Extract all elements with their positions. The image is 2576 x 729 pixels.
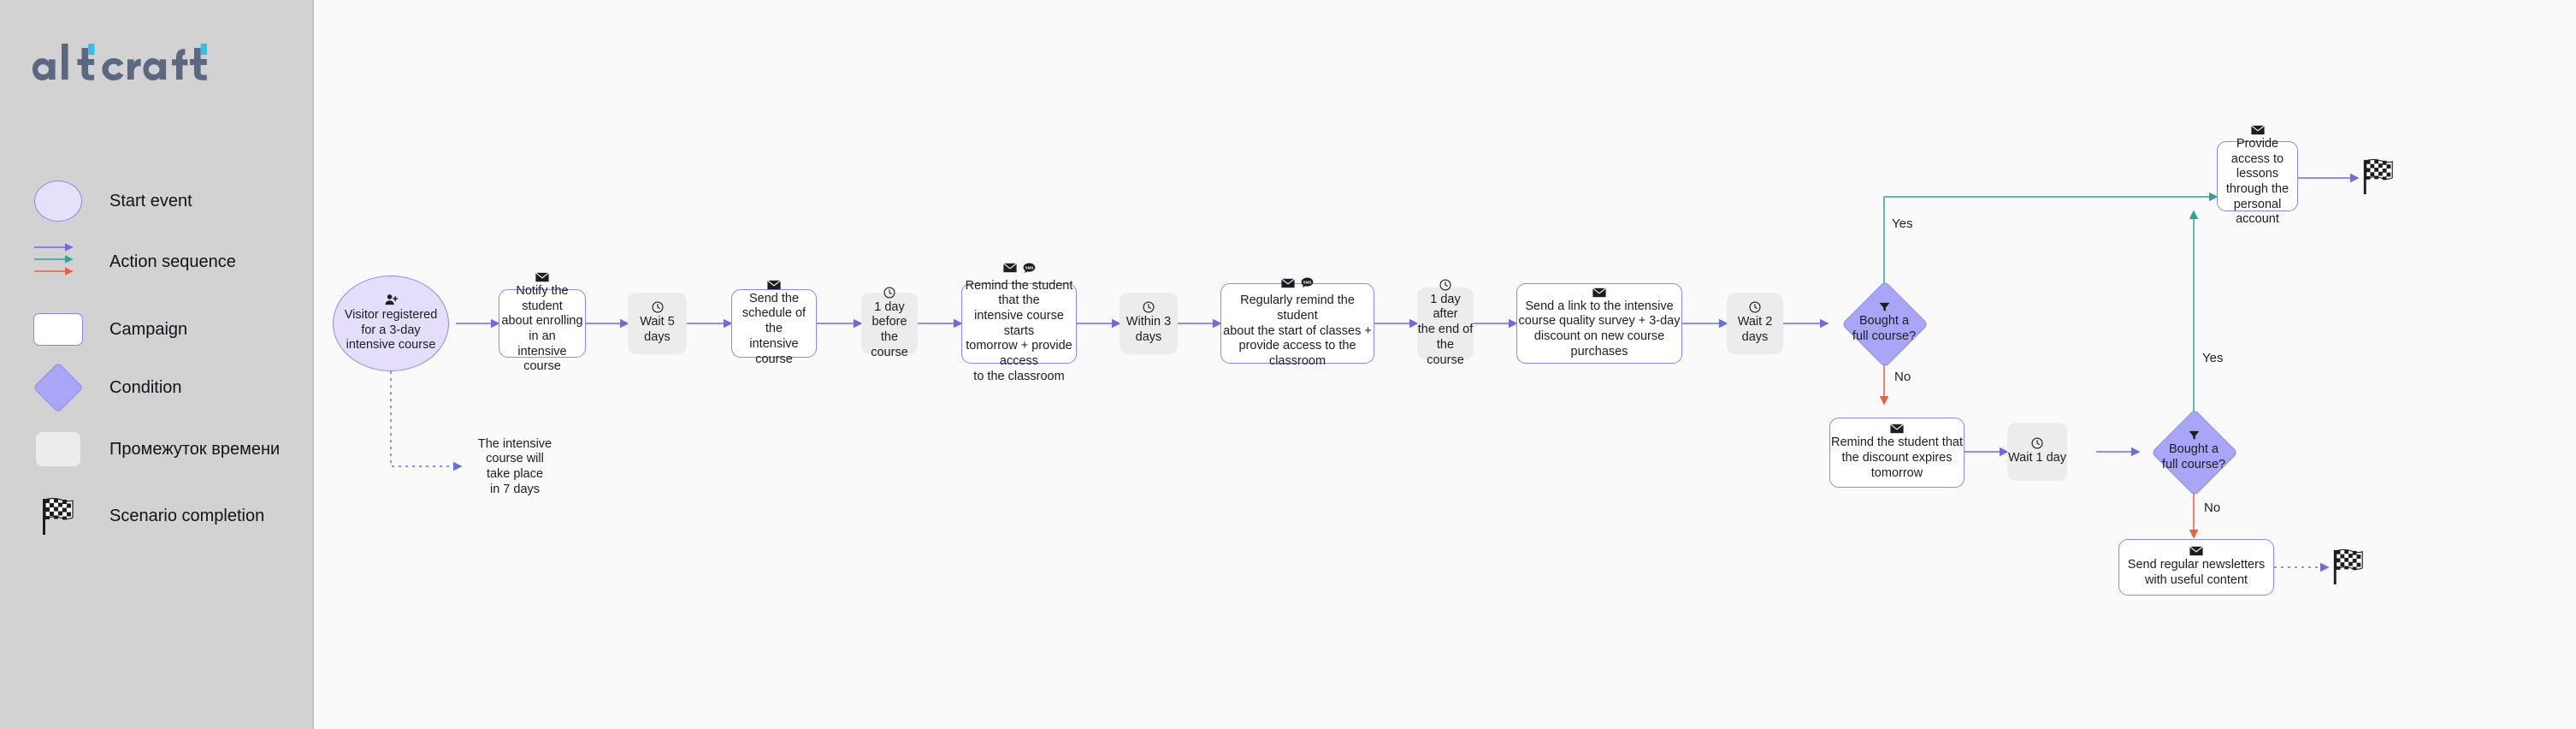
email-icon bbox=[1002, 263, 1017, 276]
node-campaign-notify-enrollment[interactable]: Notify the student about enrolling in an… bbox=[499, 272, 586, 373]
node-campaign-send-schedule[interactable]: Send the schedule of the intensive cours… bbox=[731, 280, 817, 366]
svg-text:SMS: SMS bbox=[1025, 265, 1033, 270]
node-wait-5-days[interactable]: Wait 5 days bbox=[628, 293, 687, 354]
altcraft-logo bbox=[32, 33, 272, 89]
funnel-icon bbox=[1879, 302, 1890, 312]
email-icon bbox=[1592, 287, 1606, 298]
legend-label-condition: Condition bbox=[109, 378, 182, 397]
node-condition-bought-full-course-2[interactable]: Bought a full course? bbox=[2151, 409, 2238, 496]
condition-icon bbox=[32, 362, 84, 413]
sms-icon: SMS bbox=[1301, 277, 1314, 292]
node-label: 1 day before the course bbox=[871, 299, 908, 359]
node-campaign-regularly-remind-start-of-classes[interactable]: SMS Regularly remind the student about t… bbox=[1220, 277, 1374, 368]
funnel-icon bbox=[2189, 430, 2200, 441]
sms-icon: SMS bbox=[1023, 263, 1036, 277]
legend-item-campaign: Campaign bbox=[32, 304, 289, 355]
clock-icon bbox=[1439, 279, 1451, 291]
svg-text:SMS: SMS bbox=[1303, 281, 1311, 285]
node-scenario-completion-1 bbox=[2358, 152, 2399, 200]
campaign-icon bbox=[32, 304, 84, 355]
node-condition-bought-full-course-1[interactable]: Bought a full course? bbox=[1841, 281, 1929, 368]
legend-sidebar: Start event Action sequence Campaign Con… bbox=[0, 0, 314, 729]
legend-label-time-interval: Промежуток времени bbox=[109, 440, 281, 459]
edge-label-cond1-yes: Yes bbox=[1892, 216, 1913, 231]
node-start-event[interactable]: Visitor registered for a 3-day intensive… bbox=[333, 276, 449, 371]
legend-item-time-interval: Промежуток времени bbox=[32, 424, 289, 475]
node-label: Send the schedule of the intensive cours… bbox=[741, 291, 806, 366]
edge-label-cond2-yes: Yes bbox=[2202, 351, 2224, 365]
legend-item-start-event: Start event bbox=[32, 175, 289, 227]
legend-label-action-sequence: Action sequence bbox=[109, 252, 236, 271]
node-wait-within-3-days[interactable]: Within 3 days bbox=[1120, 293, 1178, 354]
node-label: Wait 5 days bbox=[640, 315, 675, 344]
checkered-flag-icon bbox=[2333, 548, 2363, 584]
node-label: Send a link to the intensive course qual… bbox=[1518, 299, 1681, 359]
clock-icon bbox=[1143, 301, 1155, 313]
flow-canvas[interactable]: Visitor registered for a 3-day intensive… bbox=[314, 0, 2576, 729]
node-label: Bought a full course? bbox=[1852, 314, 1917, 343]
clock-icon bbox=[2031, 437, 2043, 449]
checkered-flag-icon bbox=[2363, 158, 2393, 194]
node-label: Provide access to lessons through the pe… bbox=[2225, 136, 2289, 227]
legend-item-condition: Condition bbox=[32, 362, 289, 413]
email-icon bbox=[2189, 546, 2203, 556]
email-icon bbox=[1281, 278, 1295, 292]
email-icon bbox=[767, 280, 781, 290]
time-interval-icon bbox=[32, 424, 84, 475]
email-icon bbox=[2250, 125, 2265, 135]
edge-label-cond2-no: No bbox=[2204, 501, 2221, 515]
node-label: Wait 2 days bbox=[1737, 315, 1773, 344]
node-label: Remind the student that the discount exp… bbox=[1831, 436, 1963, 480]
email-icon bbox=[535, 272, 549, 282]
action-sequence-icon bbox=[32, 236, 84, 287]
node-wait-2-days[interactable]: Wait 2 days bbox=[1727, 293, 1783, 354]
node-wait-1-day-before-course[interactable]: 1 day before the course bbox=[861, 287, 918, 359]
checkered-flag-icon bbox=[32, 490, 84, 542]
email-icon bbox=[1890, 424, 1904, 434]
node-campaign-quality-survey-discount[interactable]: Send a link to the intensive course qual… bbox=[1516, 283, 1682, 364]
node-label: Visitor registered for a 3-day intensive… bbox=[344, 307, 438, 353]
node-label: 1 day after the end of the course bbox=[1417, 292, 1474, 367]
node-label: Wait 1 day bbox=[2008, 451, 2066, 465]
node-campaign-remind-course-starts-tomorrow[interactable]: SMS Remind the student that the intensiv… bbox=[961, 263, 1077, 383]
legend-label-campaign: Campaign bbox=[109, 320, 188, 339]
clock-icon bbox=[651, 301, 664, 313]
node-campaign-discount-expires-tomorrow[interactable]: Remind the student that the discount exp… bbox=[1829, 418, 1964, 488]
legend-item-scenario-completion: Scenario completion bbox=[32, 490, 289, 542]
legend-item-action-sequence: Action sequence bbox=[32, 236, 289, 287]
node-wait-1-day[interactable]: Wait 1 day bbox=[2007, 423, 2067, 481]
node-label: Within 3 days bbox=[1126, 315, 1172, 344]
node-note-intensive-course-schedule: The intensive course will take place in … bbox=[461, 428, 569, 507]
start-event-icon bbox=[32, 175, 84, 227]
node-campaign-regular-newsletters[interactable]: Send regular newsletters with useful con… bbox=[2118, 539, 2274, 596]
clock-icon bbox=[1749, 301, 1761, 313]
node-wait-1-day-after-end-of-course[interactable]: 1 day after the end of the course bbox=[1417, 279, 1474, 367]
legend-label-start-event: Start event bbox=[109, 192, 192, 210]
node-scenario-completion-2 bbox=[2328, 542, 2369, 590]
scenario-diagram-page: Start event Action sequence Campaign Con… bbox=[0, 0, 2576, 729]
node-label: The intensive course will take place in … bbox=[477, 436, 552, 496]
edge-label-cond1-no: No bbox=[1894, 370, 1911, 384]
node-label: Remind the student that the intensive co… bbox=[965, 278, 1073, 383]
legend-label-scenario-completion: Scenario completion bbox=[109, 507, 265, 525]
node-label: Send regular newsletters with useful con… bbox=[2127, 558, 2266, 587]
user-plus-icon bbox=[385, 293, 398, 306]
node-label: Bought a full course? bbox=[2161, 442, 2226, 471]
node-campaign-provide-access-personal-account[interactable]: Provide access to lessons through the pe… bbox=[2217, 125, 2298, 226]
node-label: Notify the student about enrolling in an… bbox=[501, 283, 583, 374]
clock-icon bbox=[883, 287, 895, 299]
node-label: Regularly remind the student about the s… bbox=[1223, 293, 1372, 369]
